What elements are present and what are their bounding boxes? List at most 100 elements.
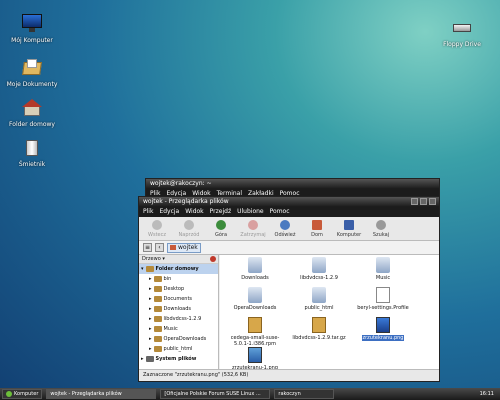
menu-item[interactable]: Ulubione <box>237 208 264 216</box>
tree-item-documents[interactable]: ▸ Documents <box>139 294 218 304</box>
terminal-title: wojtek@rakoczyn: ~ <box>150 180 212 187</box>
home-icon <box>21 98 43 118</box>
location-back-button[interactable]: ‹ <box>155 243 164 252</box>
desktop-icon-home-folder[interactable]: Folder domowy <box>6 98 58 128</box>
reload-icon <box>280 220 290 230</box>
file-item-downloads[interactable]: Downloads <box>226 257 284 281</box>
start-menu-button[interactable]: Komputer <box>2 389 43 399</box>
menu-item[interactable]: Widok <box>185 208 203 216</box>
desktop-icon-my-documents[interactable]: Moje Dokumenty <box>6 58 58 88</box>
image-icon <box>248 347 262 363</box>
search-icon <box>376 220 386 230</box>
tree-item-bin[interactable]: ▸ bin <box>139 274 218 284</box>
desktop-icon-label: Folder domowy <box>9 121 55 128</box>
menu-item[interactable]: Edycja <box>159 208 179 216</box>
folder-icon <box>153 306 162 312</box>
suse-logo-icon <box>6 391 12 397</box>
browser-titlebar[interactable]: wojtek - Przeglądarka plików <box>139 197 439 207</box>
monitor-icon <box>21 14 43 34</box>
search-button[interactable]: Szukaj <box>367 220 395 238</box>
computer-button[interactable]: Komputer <box>335 220 363 238</box>
tree-item-desktop[interactable]: ▸ Desktop <box>139 284 218 294</box>
minimize-button[interactable] <box>411 198 418 205</box>
menu-item[interactable]: Plik <box>143 208 153 216</box>
home-icon <box>312 220 322 230</box>
desktop-icon-trash[interactable]: Śmietnik <box>6 138 58 168</box>
folder-icon <box>145 266 154 272</box>
status-bar: Zaznaczone "zrzutekranu.png" (532,6 KB) <box>139 369 439 381</box>
file-item-libdvdcss-tar[interactable]: libdvdcss-1.2.9.tar.gz <box>290 317 348 341</box>
folder-icon <box>248 287 262 303</box>
menu-item[interactable]: Pomoc <box>270 208 290 216</box>
text-file-icon <box>376 287 390 303</box>
tree-item-downloads[interactable]: ▸ Downloads <box>139 304 218 314</box>
file-browser-window[interactable]: wojtek - Przeglądarka plików Plik Edycja… <box>138 196 440 382</box>
file-item-zrzutekranu[interactable]: zrzutekranu.png <box>354 317 412 341</box>
trash-icon <box>21 138 43 158</box>
folder-icon <box>312 257 326 273</box>
back-arrow-icon <box>152 220 162 230</box>
documents-folder-icon <box>21 58 43 78</box>
forward-button[interactable]: Naprzód <box>175 220 203 238</box>
back-button[interactable]: Wstecz <box>143 220 171 238</box>
folder-icon <box>312 287 326 303</box>
up-arrow-icon <box>216 220 226 230</box>
tree-item-operadownloads[interactable]: ▸ OperaDownloads <box>139 334 218 344</box>
task-terminal[interactable]: rakoczyn <box>274 389 335 399</box>
desktop-icon-label: Moje Dokumenty <box>6 81 58 88</box>
close-button[interactable] <box>429 198 436 205</box>
tree-item-music[interactable]: ▸ Music <box>139 324 218 334</box>
path-button-home[interactable]: wojtek <box>167 242 201 253</box>
reload-button[interactable]: Odśwież <box>271 220 299 238</box>
image-icon <box>376 317 390 333</box>
drive-icon <box>145 356 154 362</box>
tree-item-libdvdcss[interactable]: ▸ libdvdcss-1.2.9 <box>139 314 218 324</box>
desktop-icon-label: Floppy Drive <box>443 41 481 48</box>
package-icon <box>248 317 262 333</box>
home-icon <box>170 245 176 250</box>
folder-icon <box>153 286 162 292</box>
file-item-operadownloads[interactable]: OperaDownloads <box>226 287 284 311</box>
file-view[interactable]: Downloads libdvdcss-1.2.9 Music OperaDow… <box>220 255 439 371</box>
desktop-icon-label: Śmietnik <box>18 161 46 168</box>
tree-item-public-html[interactable]: ▸ public_html <box>139 344 218 354</box>
file-item-libdvdcss[interactable]: libdvdcss-1.2.9 <box>290 257 348 281</box>
menu-item[interactable]: Przejdź <box>210 208 231 216</box>
tree-item-home[interactable]: ▾ Folder domowy <box>139 264 218 274</box>
file-item-beryl-settings[interactable]: beryl-settings.Profile <box>354 287 412 311</box>
stop-button[interactable]: Zatrzymaj <box>239 220 267 238</box>
folder-icon <box>153 296 162 302</box>
folder-icon <box>153 346 162 352</box>
taskbar: Komputer wojtek - Przeglądarka plików [O… <box>0 388 500 400</box>
folder-icon <box>153 326 162 332</box>
sidebar-header[interactable]: Drzewo ▾ <box>139 255 218 264</box>
folder-icon <box>376 257 390 273</box>
desktop-icon-label: Mój Komputer <box>11 37 53 44</box>
file-item-music[interactable]: Music <box>354 257 412 281</box>
file-item-zrzutekranu-1[interactable]: zrzutekranu-1.png <box>226 347 284 371</box>
file-item-cedega-rpm[interactable]: cedega-small-suse-5.0.1-1.i386.rpm <box>226 317 284 347</box>
task-firefox[interactable]: [Oficjalne Polskie Forum SUSE Linux ... <box>160 389 271 399</box>
computer-icon <box>344 220 354 230</box>
tree-item-filesystem[interactable]: ▸ System plików <box>139 354 218 364</box>
folder-icon <box>248 257 262 273</box>
clock[interactable]: 16:11 <box>480 391 498 397</box>
location-bar: ≡ ‹ wojtek <box>139 241 439 255</box>
desktop-icon-floppy-drive[interactable]: Floppy Drive <box>436 18 488 48</box>
sidebar: Drzewo ▾ ▾ Folder domowy ▸ bin ▸ Desktop ▸ D… <box>139 255 219 369</box>
desktop-icon-my-computer[interactable]: Mój Komputer <box>6 14 58 44</box>
up-button[interactable]: Góra <box>207 220 235 238</box>
browser-toolbar: Wstecz Naprzód Góra Zatrzymaj Odśwież Do… <box>139 217 439 241</box>
browser-title: wojtek - Przeglądarka plików <box>143 198 229 205</box>
folder-icon <box>153 336 162 342</box>
home-button[interactable]: Dom <box>303 220 331 238</box>
task-file-browser[interactable]: wojtek - Przeglądarka plików <box>46 389 157 399</box>
folder-icon <box>153 316 162 322</box>
terminal-titlebar[interactable]: wojtek@rakoczyn: ~ <box>146 179 439 189</box>
folder-icon <box>153 276 162 282</box>
file-item-public-html[interactable]: public_html <box>290 287 348 311</box>
toggle-location-button[interactable]: ≡ <box>143 243 152 252</box>
close-sidebar-icon[interactable] <box>210 256 216 262</box>
maximize-button[interactable] <box>420 198 427 205</box>
forward-arrow-icon <box>184 220 194 230</box>
